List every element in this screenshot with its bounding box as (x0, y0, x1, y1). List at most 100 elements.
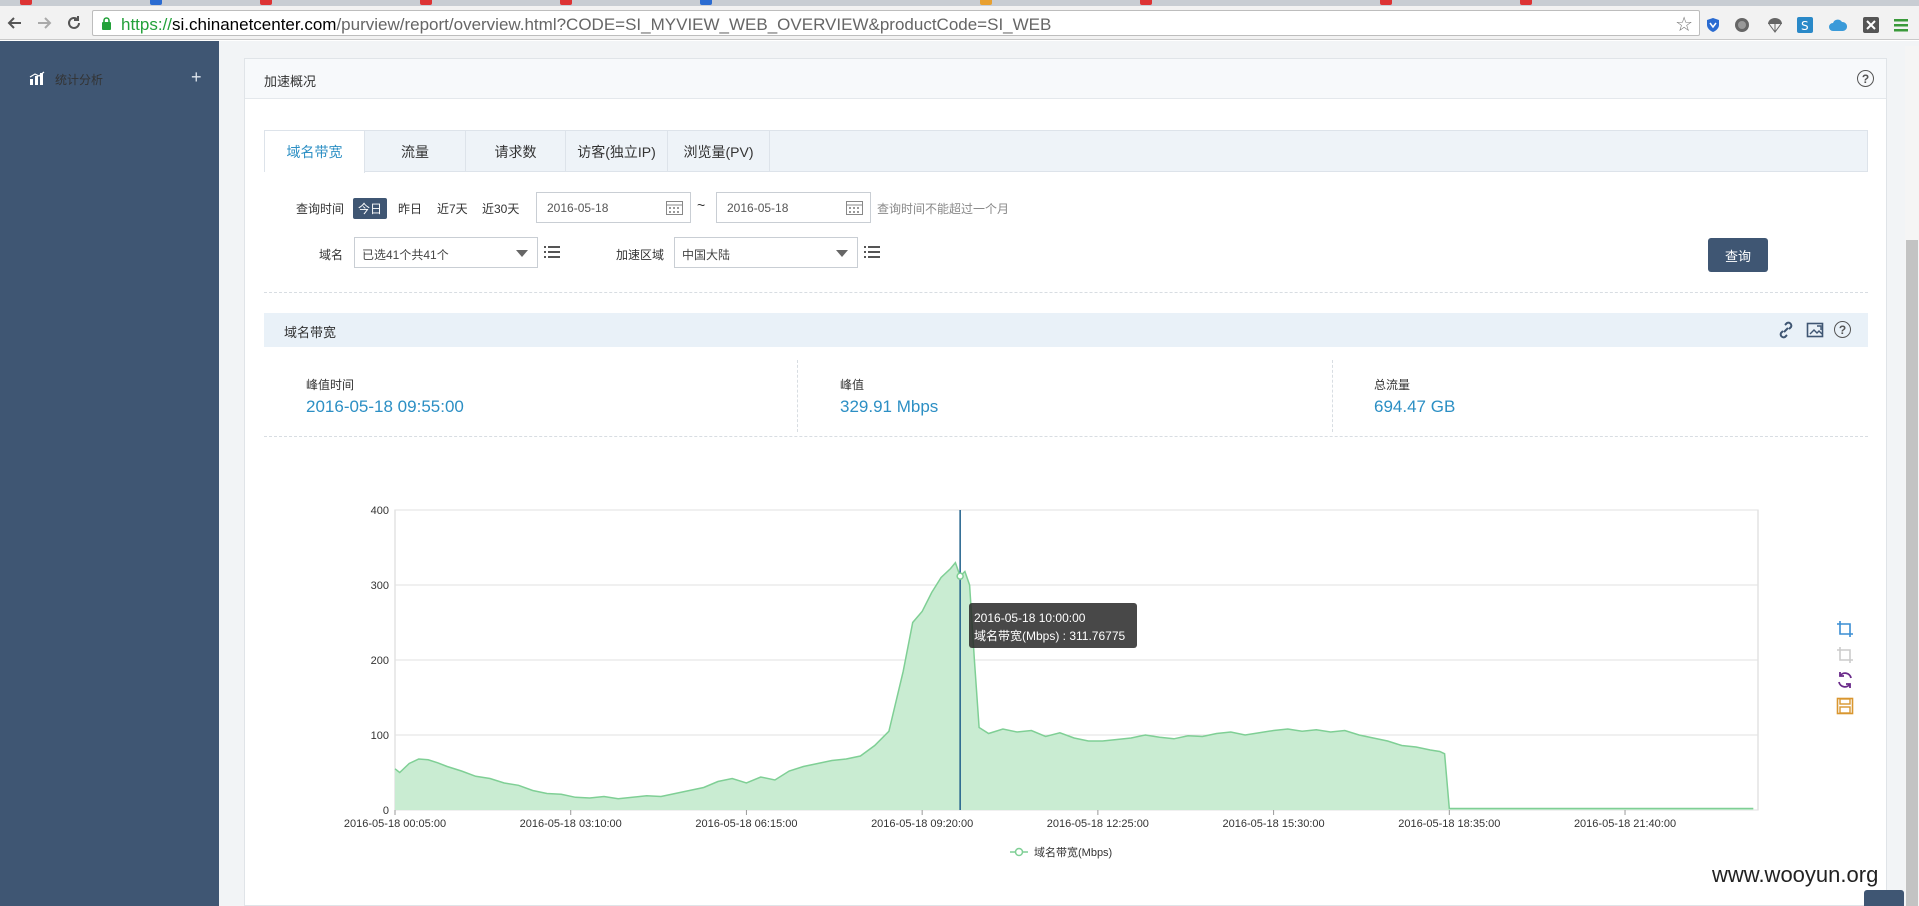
calendar-icon[interactable] (846, 200, 863, 215)
quick-7days[interactable]: 近7天 (432, 198, 473, 219)
chevron-down-icon (516, 250, 528, 257)
divider (1332, 360, 1333, 432)
y-tick-label: 0 (383, 805, 389, 817)
back-to-top-button[interactable] (1864, 890, 1904, 906)
bookmark-star-icon[interactable]: ☆ (1675, 12, 1693, 37)
y-tick-label: 100 (371, 730, 389, 742)
quick-today[interactable]: 今日 (353, 198, 388, 219)
legend-marker (1014, 847, 1024, 857)
tab-visitors[interactable]: 访客(独立IP) (566, 131, 668, 172)
tab-favicon[interactable] (980, 0, 992, 5)
crop-icon[interactable] (1836, 620, 1854, 638)
y-tick-label: 400 (371, 505, 389, 517)
help-icon[interactable]: ? (1857, 70, 1874, 87)
stat-label: 峰值 (840, 378, 865, 392)
bandwidth-chart[interactable]: 0 100 200 300 400 2016-05-18 00:05:00 2016-05-… (330, 495, 1760, 875)
date-range-hint: 查询时间不能超过一个月 (877, 202, 1010, 216)
sidebar: 统计分析 + (0, 41, 219, 906)
url-host: si.chinanetcenter.com (172, 15, 337, 34)
browser-toolbar: https://si.chinanetcenter.com/purview/re… (0, 6, 1919, 40)
end-date-input[interactable]: 2016-05-18 (716, 192, 871, 223)
calendar-icon[interactable] (666, 200, 683, 215)
x-tick-label: 2016-05-18 18:35:00 (1398, 818, 1500, 830)
quick-30days[interactable]: 近30天 (477, 198, 524, 219)
bandwidth-section-header: 域名带宽 ? (264, 313, 1868, 347)
arrow-right-icon (38, 17, 52, 29)
scrollbar-thumb[interactable] (1906, 240, 1918, 906)
tab-favicon[interactable] (700, 0, 712, 5)
section-title: 域名带宽 (284, 325, 337, 340)
region-select[interactable]: 中国大陆 (674, 237, 858, 268)
panel-header: 加速概况 ? (245, 59, 1886, 99)
tab-favicon[interactable] (560, 0, 572, 5)
region-label: 加速区域 (616, 248, 665, 262)
tab-favicon[interactable] (1380, 0, 1392, 5)
stat-value: 329.91 Mbps (840, 397, 939, 416)
tab-favicon[interactable] (420, 0, 432, 5)
sidebar-item-label: 统计分析 (55, 73, 104, 87)
x-tick-label: 2016-05-18 21:40:00 (1574, 818, 1676, 830)
stat-label: 峰值时间 (306, 378, 355, 392)
tab-pageviews[interactable]: 浏览量(PV) (668, 131, 770, 172)
url-scheme: https:// (121, 15, 173, 34)
x-icon[interactable] (1862, 16, 1880, 34)
tab-domain-bandwidth[interactable]: 域名带宽 (265, 131, 365, 173)
stat-label: 总流量 (1374, 378, 1411, 392)
link-icon[interactable] (1777, 321, 1795, 339)
tab-favicon[interactable] (150, 0, 162, 5)
url-text[interactable]: https://si.chinanetcenter.com/purview/re… (121, 15, 1051, 35)
svg-text:S: S (1801, 19, 1809, 33)
menu-icon[interactable] (1892, 16, 1910, 34)
start-date-value: 2016-05-18 (547, 201, 609, 215)
list-icon[interactable] (864, 245, 880, 259)
hover-point (956, 572, 964, 580)
chart-toolbox (1836, 620, 1856, 720)
query-button[interactable]: 查询 (1708, 238, 1768, 272)
y-tick-label: 300 (371, 580, 389, 592)
divider (264, 436, 1868, 437)
address-bar[interactable]: https://si.chinanetcenter.com/purview/re… (92, 10, 1700, 36)
cloud-icon[interactable] (1829, 16, 1847, 34)
bar-chart-icon (29, 71, 45, 85)
end-date-value: 2016-05-18 (727, 201, 789, 215)
tab-favicon[interactable] (1520, 0, 1532, 5)
help-icon[interactable]: ? (1834, 321, 1851, 338)
start-date-input[interactable]: 2016-05-18 (536, 192, 691, 223)
tooltip-time: 2016-05-18 10:00:00 (974, 611, 1086, 625)
crop-reset-icon[interactable] (1836, 646, 1854, 664)
peak-time-stat: 峰值时间 2016-05-18 09:55:00 (306, 376, 464, 417)
domain-select-value: 已选41个共41个 (362, 248, 449, 262)
back-button[interactable] (3, 11, 27, 35)
parachute-icon[interactable] (1766, 16, 1784, 34)
export-image-icon[interactable] (1806, 321, 1824, 339)
globe-icon[interactable] (1733, 16, 1751, 34)
reload-button[interactable] (62, 11, 86, 35)
domain-select[interactable]: 已选41个共41个 (354, 237, 538, 268)
stat-value: 694.47 GB (1374, 397, 1456, 416)
arrow-left-icon (7, 17, 21, 29)
x-tick-label: 2016-05-18 12:25:00 (1047, 818, 1149, 830)
tab-traffic[interactable]: 流量 (365, 131, 466, 172)
tab-favicon[interactable] (1140, 0, 1152, 5)
x-tick-label: 2016-05-18 06:15:00 (695, 818, 797, 830)
shield-icon[interactable] (1704, 16, 1722, 34)
tab-favicon[interactable] (260, 0, 272, 5)
chart-tooltip: 2016-05-18 10:00:00 域名带宽(Mbps) : 311.767… (969, 603, 1137, 648)
refresh-icon[interactable] (1836, 671, 1854, 689)
forward-button[interactable] (32, 11, 56, 35)
save-icon[interactable] (1836, 697, 1854, 715)
quick-yesterday[interactable]: 昨日 (393, 198, 427, 219)
query-time-label: 查询时间 (296, 202, 345, 216)
expand-icon[interactable]: + (191, 67, 202, 88)
s-icon[interactable]: S (1796, 16, 1814, 34)
region-select-value: 中国大陆 (682, 248, 731, 262)
list-icon[interactable] (544, 245, 560, 259)
tab-requests[interactable]: 请求数 (466, 131, 566, 172)
watermark: www.wooyun.org (1712, 862, 1879, 887)
sidebar-item-statistics[interactable]: 统计分析 + (0, 65, 219, 93)
y-tick-label: 200 (371, 655, 389, 667)
tooltip-value: 域名带宽(Mbps) : 311.76775 (974, 629, 1126, 643)
legend-label: 域名带宽(Mbps) (1034, 845, 1112, 859)
date-range-separator: ~ (697, 197, 706, 213)
tab-favicon[interactable] (20, 0, 32, 5)
